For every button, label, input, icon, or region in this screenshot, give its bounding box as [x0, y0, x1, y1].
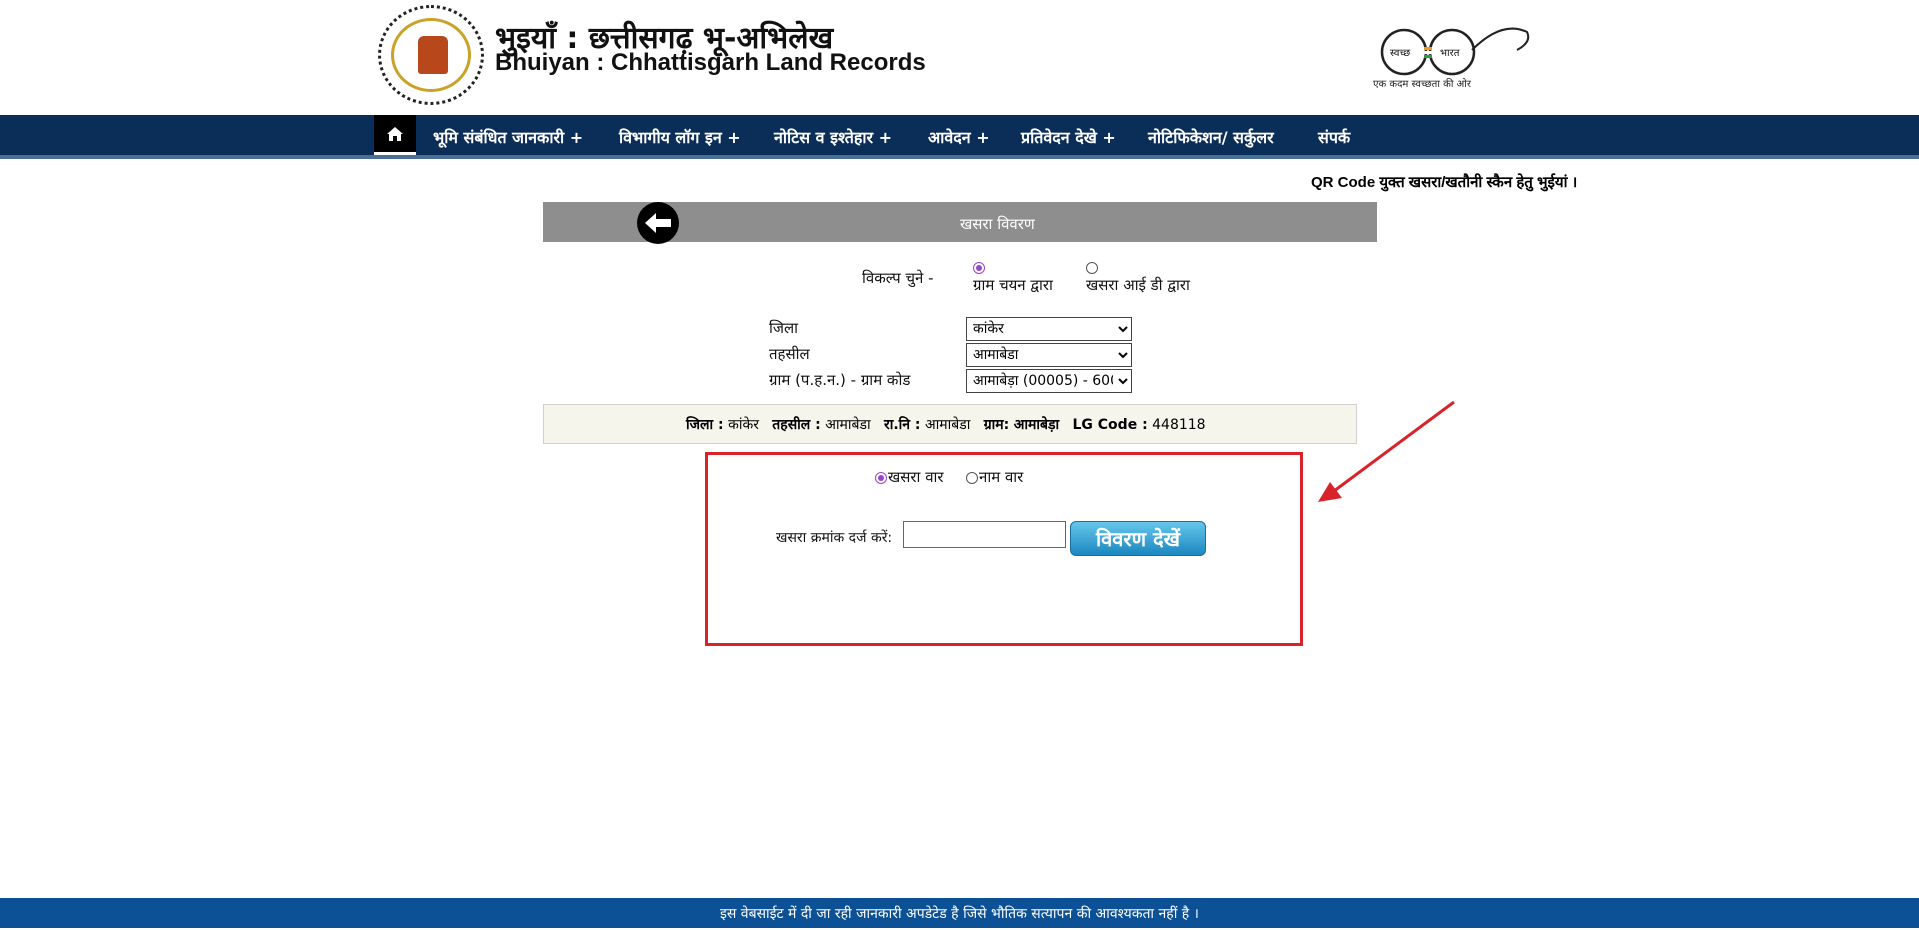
radio-name-wise-label: नाम वार: [979, 468, 1024, 486]
site-header: भुइयाँ : छत्तीसगढ़ भू-अभिलेख Bhuiyan : C…: [0, 0, 1919, 115]
khasra-number-input[interactable]: [903, 521, 1066, 548]
info-rani-key: रा.नि :: [883, 417, 921, 433]
nav-item-land-info[interactable]: भूमि संबंधित जानकारी +: [433, 126, 583, 148]
arrow-left-icon: [645, 213, 671, 233]
swachh-caption: एक कदम स्वच्छता की ओर: [1373, 79, 1471, 90]
home-button[interactable]: [374, 115, 416, 155]
nav-item-notice[interactable]: नोटिस व इश्तेहार +: [774, 126, 892, 148]
footer-bar: इस वेबसाईट में दी जा रही जानकारी अपडेटेड…: [0, 898, 1919, 928]
nav-item-application[interactable]: आवेदन +: [928, 126, 990, 148]
radio-village-select[interactable]: [973, 262, 985, 274]
nav-item-contact[interactable]: संपर्क: [1318, 126, 1350, 148]
info-gram-val: आमाबेड़ा: [1013, 417, 1060, 433]
annotation-arrow-icon: [1318, 400, 1455, 502]
panel-title: खसरा विवरण: [960, 215, 1035, 233]
info-district-key: जिला :: [686, 417, 724, 433]
info-gram-key: ग्राम:: [983, 417, 1010, 433]
info-lg-key: LG Code :: [1072, 417, 1148, 433]
view-details-button[interactable]: विवरण देखें: [1070, 521, 1206, 556]
swachh-label-left: स्वच्छ: [1390, 48, 1410, 59]
emblem-lion-capital: [418, 36, 448, 74]
site-title-english: Bhuiyan : Chhattisgarh Land Records: [495, 49, 926, 76]
tehsil-label: तहसील: [769, 345, 810, 363]
khasra-input-label: खसरा क्रमांक दर्ज करें:: [776, 530, 893, 546]
radio-village-select-label: ग्राम चयन द्वारा: [973, 276, 1053, 294]
village-select[interactable]: आमाबेड़ा (00005) - 6005: [966, 369, 1132, 393]
village-label: ग्राम (प.ह.न.) - ग्राम कोड: [769, 371, 911, 389]
district-label: जिला: [769, 319, 799, 337]
back-button[interactable]: [637, 202, 679, 244]
footer-text: इस वेबसाईट में दी जा रही जानकारी अपडेटेड…: [720, 905, 1199, 922]
radio-name-wise[interactable]: [966, 472, 978, 484]
location-info-row: जिला : कांकेर तहसील : आमाबेडा रा.नि : आम…: [686, 415, 1206, 434]
option-label: विकल्प चुने -: [862, 269, 934, 287]
tehsil-select[interactable]: आमाबेडा: [966, 343, 1132, 367]
info-tehsil-key: तहसील :: [772, 417, 821, 433]
radio-khasra-wise[interactable]: [875, 472, 887, 484]
nav-item-notifications[interactable]: नोटिफिकेशन/ सर्कुलर: [1148, 126, 1274, 148]
radio-khasra-id[interactable]: [1086, 262, 1098, 274]
radio-khasra-wise-label: खसरा वार: [888, 468, 944, 486]
info-district-val: कांकेर: [728, 417, 759, 433]
navbar-underline: [0, 155, 1919, 159]
nav-item-department-login[interactable]: विभागीय लॉग इन +: [619, 126, 741, 148]
swachh-label-right: भारत: [1440, 48, 1460, 59]
marquee-announcement[interactable]: QR Code युक्त खसरा/खतौनी स्कैन हेतु भुईय…: [1311, 172, 1577, 192]
nav-item-reports[interactable]: प्रतिवेदन देखे +: [1021, 126, 1116, 148]
info-lg-val: 448118: [1152, 417, 1206, 433]
state-emblem-icon: [378, 5, 484, 105]
home-icon: [387, 126, 403, 141]
radio-khasra-id-label: खसरा आई डी द्वारा: [1086, 276, 1190, 294]
district-select[interactable]: कांकेर: [966, 317, 1132, 341]
info-rani-val: आमाबेडा: [924, 417, 971, 433]
info-tehsil-val: आमाबेडा: [825, 417, 871, 433]
